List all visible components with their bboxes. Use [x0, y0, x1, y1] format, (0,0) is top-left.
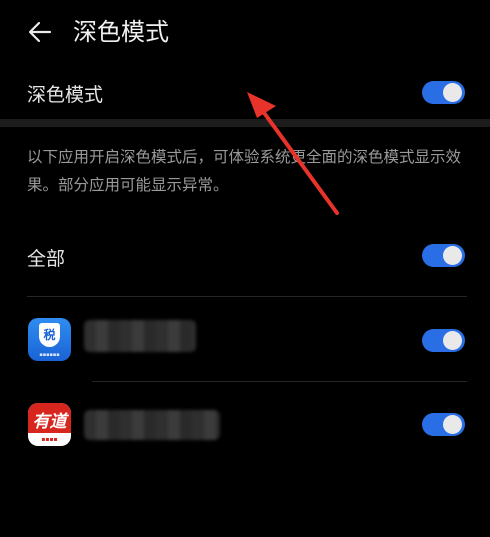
annotation-arrow-icon [247, 92, 339, 215]
dark-mode-settings-screen: 深色模式 深色模式 以下应用开启深色模式后，可体验系统更全面的深色模式显示效果。… [0, 0, 490, 537]
